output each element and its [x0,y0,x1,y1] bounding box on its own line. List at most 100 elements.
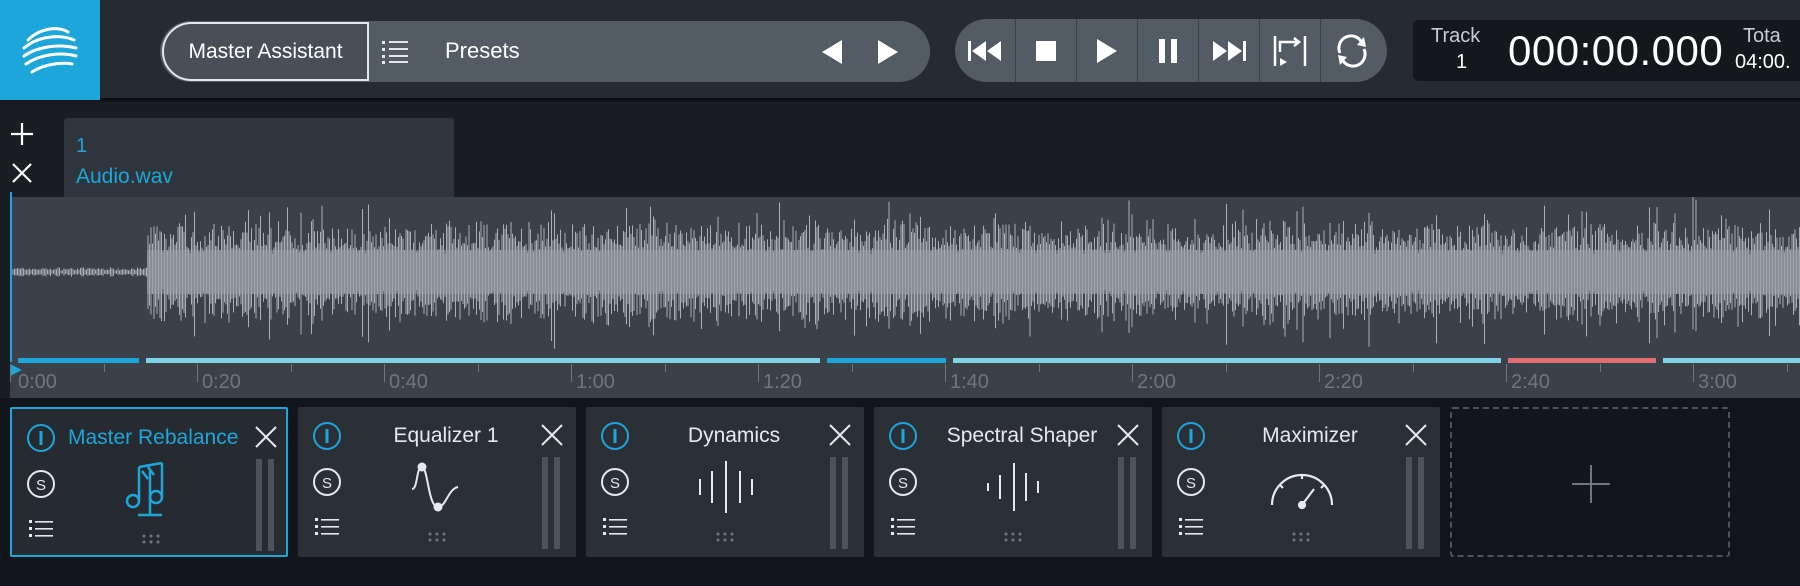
presets-label[interactable]: Presets [445,37,520,65]
solo-icon[interactable]: S [312,467,342,497]
preset-list-icon[interactable] [382,40,408,64]
tick-label: 0:20 [202,371,241,393]
timeline-segment[interactable] [953,358,1501,363]
module-master-rebalance[interactable]: Master Rebalance S [10,407,288,557]
tick-label: 0:00 [18,371,57,393]
timeline-tick [384,364,385,382]
tick-label: 2:40 [1511,371,1550,393]
pause-icon [1159,38,1177,63]
transport-controls [955,19,1387,82]
solo-icon[interactable]: S [1176,467,1206,497]
level-meter [1406,457,1430,549]
close-icon[interactable] [254,425,278,449]
timeline-tick [197,364,198,382]
power-icon[interactable] [312,421,342,451]
preset-bar: Master Assistant Presets [160,21,930,82]
tick-label: 1:20 [763,371,802,393]
tick-label: 0:40 [389,371,428,393]
skip-to-end-icon [1213,40,1246,61]
timeline-segment[interactable] [1663,358,1800,363]
timeline-tick [665,364,666,372]
module-maximizer[interactable]: Maximizer S [1162,407,1440,557]
drag-handle-icon[interactable] [427,531,447,543]
skip-to-start-button[interactable] [955,19,1016,82]
close-track-button[interactable] [11,162,33,184]
timeline-tick [1132,364,1133,382]
drag-handle-icon[interactable] [1003,531,1023,543]
timeline-tick [1226,364,1227,372]
app-logo[interactable] [0,0,100,100]
previous-preset-button[interactable] [818,37,848,67]
drag-handle-icon[interactable] [715,531,735,543]
power-icon[interactable] [888,421,918,451]
module-menu-icon[interactable] [891,517,915,537]
close-icon[interactable] [1404,423,1428,447]
module-menu-icon[interactable] [603,517,627,537]
timeline-tick [1600,364,1601,372]
power-icon[interactable] [26,423,56,453]
solo-icon[interactable]: S [888,467,918,497]
timeline-segment[interactable] [146,358,820,363]
loop-button[interactable] [1321,19,1382,82]
timeline-segment[interactable] [1508,358,1656,363]
module-menu-icon[interactable] [1179,517,1203,537]
solo-icon[interactable]: S [600,467,630,497]
timeline-ruler[interactable]: 0:00 0:20 0:40 1:00 1:20 1:40 2:00 2:20 … [10,358,1800,398]
module-title: Dynamics [687,424,781,447]
audio-waveform [10,197,1800,349]
module-menu-icon[interactable] [315,517,339,537]
timeline-tick [571,364,572,382]
timeline-tick [852,364,853,372]
drag-handle-icon[interactable] [141,533,161,545]
timeline-tick [291,364,292,372]
power-icon[interactable] [600,421,630,451]
timeline-tick [1319,364,1320,382]
waveform-core [147,250,1800,294]
tick-label: 2:20 [1324,371,1363,393]
track-tab[interactable]: 1 Audio.wav [64,118,454,198]
loop-selection-button[interactable] [1260,19,1321,82]
logo-icon [22,27,78,74]
timeline-tick [104,364,105,372]
module-equalizer[interactable]: Equalizer 1 S [298,407,576,557]
tick-label: 2:00 [1137,371,1176,393]
time-display: Track 1 000:00.000 Tota 04:00. [1413,20,1800,81]
level-meter [830,457,854,549]
add-module-button[interactable] [1450,407,1730,557]
close-icon[interactable] [1116,423,1140,447]
tick-label: 1:00 [576,371,615,393]
solo-icon[interactable]: S [26,469,56,499]
timeline-tick [1413,364,1414,372]
svg-text:S: S [322,475,332,492]
timeline-tick [1039,364,1040,372]
drag-handle-icon[interactable] [1291,531,1311,543]
total-label: Tota [1743,25,1781,47]
timeline-tick [758,364,759,382]
module-title: Equalizer 1 [393,424,499,447]
skip-to-end-button[interactable] [1199,19,1260,82]
module-spectral-shaper[interactable]: Spectral Shaper S [874,407,1152,557]
close-icon[interactable] [540,423,564,447]
timeline-segment[interactable] [827,358,946,363]
total-time: 04:00. [1735,51,1791,73]
next-preset-button[interactable] [872,37,902,67]
module-menu-icon[interactable] [29,519,53,539]
app-window: Master Assistant Presets Track 1 000:00.… [0,0,1800,586]
module-title: Spectral Shaper [946,424,1098,447]
stop-icon [1036,40,1056,61]
timeline-segment[interactable] [18,358,139,363]
music-note-icon [125,461,164,517]
add-track-button[interactable] [10,122,34,146]
power-icon[interactable] [1176,421,1206,451]
skip-to-start-icon [968,40,1001,61]
play-button[interactable] [1077,19,1138,82]
svg-text:S: S [898,475,908,492]
svg-text:S: S [1186,475,1196,492]
stop-button[interactable] [1016,19,1077,82]
pause-button[interactable] [1138,19,1199,82]
module-dynamics[interactable]: Dynamics S [586,407,864,557]
master-assistant-button[interactable]: Master Assistant [162,22,369,81]
playhead[interactable] [10,192,12,362]
track-number: 1 [1456,51,1468,73]
close-icon[interactable] [828,423,852,447]
